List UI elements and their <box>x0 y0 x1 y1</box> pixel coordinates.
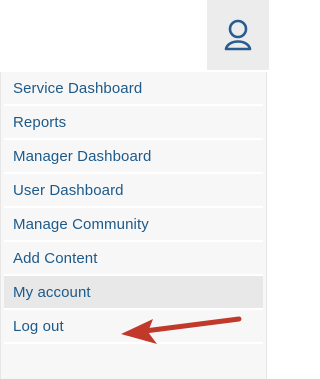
menu-item-label: Service Dashboard <box>13 79 143 97</box>
menu-item-manager-dashboard[interactable]: Manager Dashboard <box>4 140 263 174</box>
menu-item-manage-community[interactable]: Manage Community <box>4 208 263 242</box>
menu-item-label: My account <box>13 283 91 301</box>
menu-item-label: Manager Dashboard <box>13 147 152 165</box>
menu-item-reports[interactable]: Reports <box>4 106 263 140</box>
menu-item-label: Add Content <box>13 249 98 267</box>
menu-item-label: Manage Community <box>13 215 149 233</box>
account-dropdown: Service Dashboard Reports Manager Dashbo… <box>0 0 269 379</box>
user-menu: Service Dashboard Reports Manager Dashbo… <box>0 72 267 379</box>
menu-item-log-out[interactable]: Log out <box>4 310 263 344</box>
menu-item-add-content[interactable]: Add Content <box>4 242 263 276</box>
menu-item-label: User Dashboard <box>13 181 124 199</box>
menu-item-label: Log out <box>13 317 64 335</box>
menu-item-label: Reports <box>13 113 67 131</box>
menu-item-my-account[interactable]: My account <box>4 276 263 310</box>
user-menu-button[interactable] <box>207 0 269 70</box>
menu-item-service-dashboard[interactable]: Service Dashboard <box>4 72 263 106</box>
menu-item-user-dashboard[interactable]: User Dashboard <box>4 174 263 208</box>
user-icon <box>224 19 252 51</box>
